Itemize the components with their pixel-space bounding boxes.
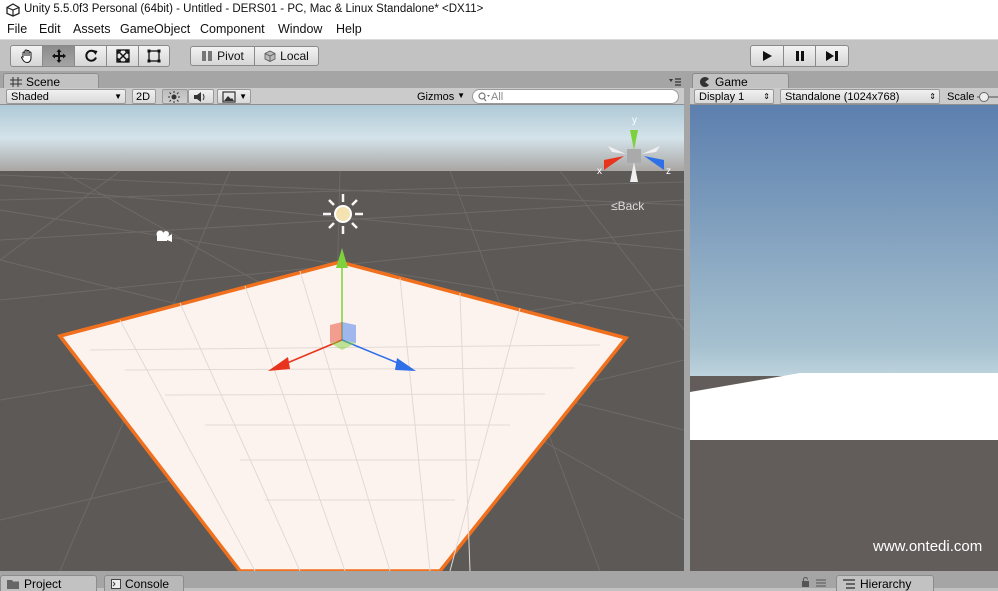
game-tab-strip: Game: [690, 71, 998, 89]
rotate-tool-button[interactable]: [75, 46, 107, 66]
tab-console[interactable]: Console: [104, 575, 184, 591]
window-title: Unity 5.5.0f3 Personal (64bit) - Untitle…: [24, 3, 484, 15]
game-tab-label: Game: [715, 74, 748, 89]
updown-icon: ⇕: [929, 92, 936, 101]
sky: [0, 105, 684, 171]
pivot-local-group: Pivot Local: [190, 46, 319, 66]
display-dropdown[interactable]: Display 1 ⇕: [694, 89, 774, 104]
scene-canvas: y x z ≤Back: [0, 105, 684, 571]
rect-transform-icon: [147, 49, 161, 63]
game-viewport[interactable]: www.ontedi.com: [690, 105, 998, 571]
bottom-tab-strip: Project Console Hierarchy: [0, 571, 998, 591]
menu-file[interactable]: File: [7, 22, 27, 36]
pause-button[interactable]: [784, 46, 816, 66]
speaker-icon: [194, 91, 205, 102]
play-controls: [750, 45, 849, 67]
display-value: Display 1: [699, 90, 745, 103]
main-toolbar: Pivot Local: [0, 39, 998, 72]
hierarchy-tab-label: Hierarchy: [860, 576, 912, 591]
local-toggle[interactable]: Local: [255, 47, 318, 65]
play-button[interactable]: [751, 46, 784, 66]
panel-menu-icon[interactable]: [668, 77, 682, 87]
scene-tab-strip: Scene: [0, 71, 684, 89]
game-control-bar: Display 1 ⇕ Standalone (1024x768) ⇕ Scale: [690, 88, 998, 105]
gizmo-z-label: z: [666, 166, 671, 177]
pivot-toggle[interactable]: Pivot: [191, 47, 255, 65]
tab-game[interactable]: Game: [692, 73, 789, 89]
play-icon: [763, 51, 772, 61]
shading-mode-value: Shaded: [11, 90, 49, 103]
pivot-label: Pivot: [217, 49, 244, 63]
hand-icon: [20, 49, 31, 64]
chevron-down-icon: ▼: [457, 91, 465, 100]
local-label: Local: [280, 49, 309, 63]
image-icon: [222, 90, 236, 103]
rect-tool-button[interactable]: [139, 46, 169, 66]
folder-icon: [7, 579, 19, 589]
project-tab-label: Project: [24, 576, 62, 591]
gizmo-y-label: y: [632, 115, 637, 126]
orientation-label[interactable]: ≤Back: [611, 199, 645, 213]
menu-gameobject[interactable]: GameObject: [120, 22, 190, 36]
transform-tools: [10, 45, 170, 67]
mode-2d-label: 2D: [136, 90, 151, 103]
scale-label: Scale: [947, 90, 975, 103]
menu-bar: File Edit Assets GameObject Component Wi…: [0, 20, 998, 39]
scale-tool-button[interactable]: [107, 46, 139, 66]
hierarchy-icon: [843, 578, 855, 589]
mode-2d-toggle[interactable]: 2D: [132, 89, 156, 104]
title-bar: Unity 5.5.0f3 Personal (64bit) - Untitle…: [0, 0, 998, 20]
scene-audio-toggle[interactable]: [188, 89, 214, 104]
menu-assets[interactable]: Assets: [73, 22, 111, 36]
hand-tool-button[interactable]: [11, 46, 43, 66]
pause-icon: [795, 51, 804, 61]
move-tool-button[interactable]: [43, 46, 75, 66]
menu-edit[interactable]: Edit: [39, 22, 61, 36]
scene-effects-dropdown[interactable]: ▼: [217, 89, 251, 104]
search-icon: [478, 91, 490, 101]
scale-slider[interactable]: [977, 91, 998, 103]
resolution-dropdown[interactable]: Standalone (1024x768) ⇕: [780, 89, 940, 104]
pivot-icon: [202, 51, 213, 61]
scale-control[interactable]: Scale: [943, 89, 998, 104]
directional-light-icon[interactable]: [323, 194, 363, 234]
game-canvas: www.ontedi.com: [690, 105, 998, 571]
gizmos-label: Gizmos: [417, 90, 455, 103]
pacman-icon: [700, 76, 709, 87]
resolution-value: Standalone (1024x768): [785, 90, 900, 103]
unity-logo-icon: [6, 3, 20, 17]
gizmo-x-label: x: [597, 166, 602, 177]
grid-icon: [10, 76, 22, 87]
step-button[interactable]: [816, 46, 848, 66]
rotate-icon: [84, 49, 97, 62]
menu-window[interactable]: Window: [278, 22, 322, 36]
console-icon: [111, 578, 121, 589]
tab-scene[interactable]: Scene: [3, 73, 99, 89]
updown-icon: ⇕: [763, 92, 770, 101]
scene-tab-label: Scene: [26, 74, 61, 89]
tab-project[interactable]: Project: [0, 575, 97, 591]
chevron-down-icon: ▼: [239, 92, 247, 101]
scene-lighting-toggle[interactable]: [162, 89, 188, 104]
lock-icon[interactable]: [800, 577, 828, 587]
shading-mode-dropdown[interactable]: Shaded ▼: [6, 89, 126, 104]
menu-component[interactable]: Component: [200, 22, 265, 36]
menu-help[interactable]: Help: [336, 22, 362, 36]
scene-viewport[interactable]: y x z ≤Back: [0, 105, 684, 571]
cube-icon: [264, 50, 276, 62]
sun-icon: [168, 90, 180, 103]
watermark-text: www.ontedi.com: [872, 538, 982, 555]
move-arrows-icon: [51, 49, 66, 63]
scene-control-bar: Shaded ▼ 2D ▼ Gizmos ▼ All: [0, 88, 684, 105]
search-placeholder: All: [491, 90, 504, 103]
tab-hierarchy[interactable]: Hierarchy: [836, 575, 934, 591]
gizmos-dropdown[interactable]: Gizmos ▼: [413, 89, 468, 104]
console-tab-label: Console: [125, 576, 170, 591]
scene-search-input[interactable]: All: [472, 89, 679, 104]
step-icon: [826, 51, 838, 61]
scale-icon: [115, 49, 130, 63]
chevron-down-icon: ▼: [114, 92, 122, 101]
